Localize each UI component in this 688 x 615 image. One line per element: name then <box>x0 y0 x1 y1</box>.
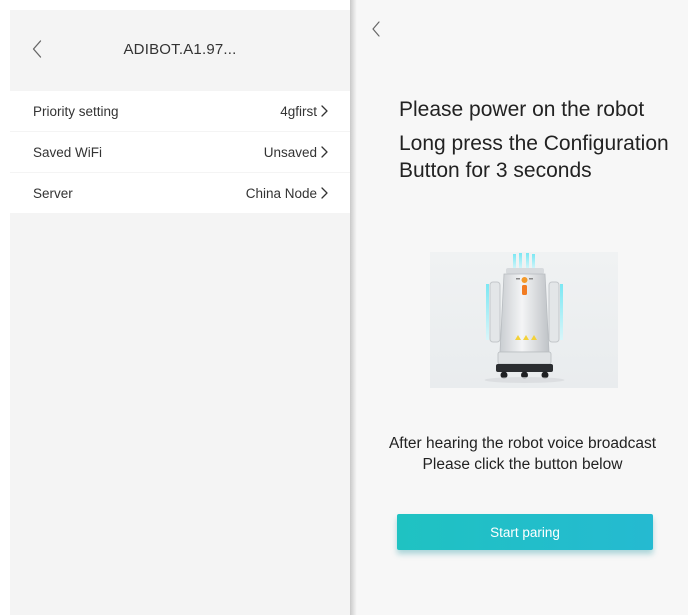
screen-divider <box>350 0 357 615</box>
power-on-instruction: Please power on the robot <box>399 98 645 121</box>
priority-setting-value-group: 4gfirst <box>280 104 328 119</box>
start-pairing-button[interactable]: Start paring <box>397 514 653 550</box>
header-bar: ADIBOT.A1.97... <box>10 10 350 88</box>
chevron-right-icon <box>321 146 328 158</box>
robot-image <box>430 252 618 388</box>
config-button-instruction: Long press the Configuration Button for … <box>399 132 669 182</box>
settings-list: Priority setting 4gfirst Saved WiFi Unsa… <box>10 91 350 214</box>
saved-wifi-label: Saved WiFi <box>33 144 103 160</box>
chevron-left-icon <box>32 40 42 58</box>
back-button[interactable] <box>367 18 385 40</box>
chevron-right-icon <box>321 105 328 117</box>
saved-wifi-value-group: Unsaved <box>264 145 328 160</box>
pairing-screen: Please power on the robot Long press the… <box>357 0 688 615</box>
device-settings-screen: ADIBOT.A1.97... Priority setting 4gfirst… <box>10 10 350 615</box>
saved-wifi-row[interactable]: Saved WiFi Unsaved <box>10 132 350 172</box>
priority-setting-row[interactable]: Priority setting 4gfirst <box>10 91 350 131</box>
click-button-hint: Please click the button below <box>422 456 623 473</box>
priority-setting-value: 4gfirst <box>280 103 317 119</box>
server-label: Server <box>33 185 73 201</box>
voice-broadcast-hint: After hearing the robot voice broadcast <box>388 435 657 452</box>
page-title: ADIBOT.A1.97... <box>123 40 237 58</box>
back-button[interactable] <box>26 36 48 62</box>
server-value: China Node <box>245 185 317 201</box>
server-row[interactable]: Server China Node <box>10 173 350 213</box>
saved-wifi-value: Unsaved <box>263 144 317 160</box>
priority-setting-label: Priority setting <box>33 103 119 119</box>
chevron-left-icon <box>372 21 380 37</box>
chevron-right-icon <box>321 187 328 199</box>
server-value-group: China Node <box>246 186 328 201</box>
